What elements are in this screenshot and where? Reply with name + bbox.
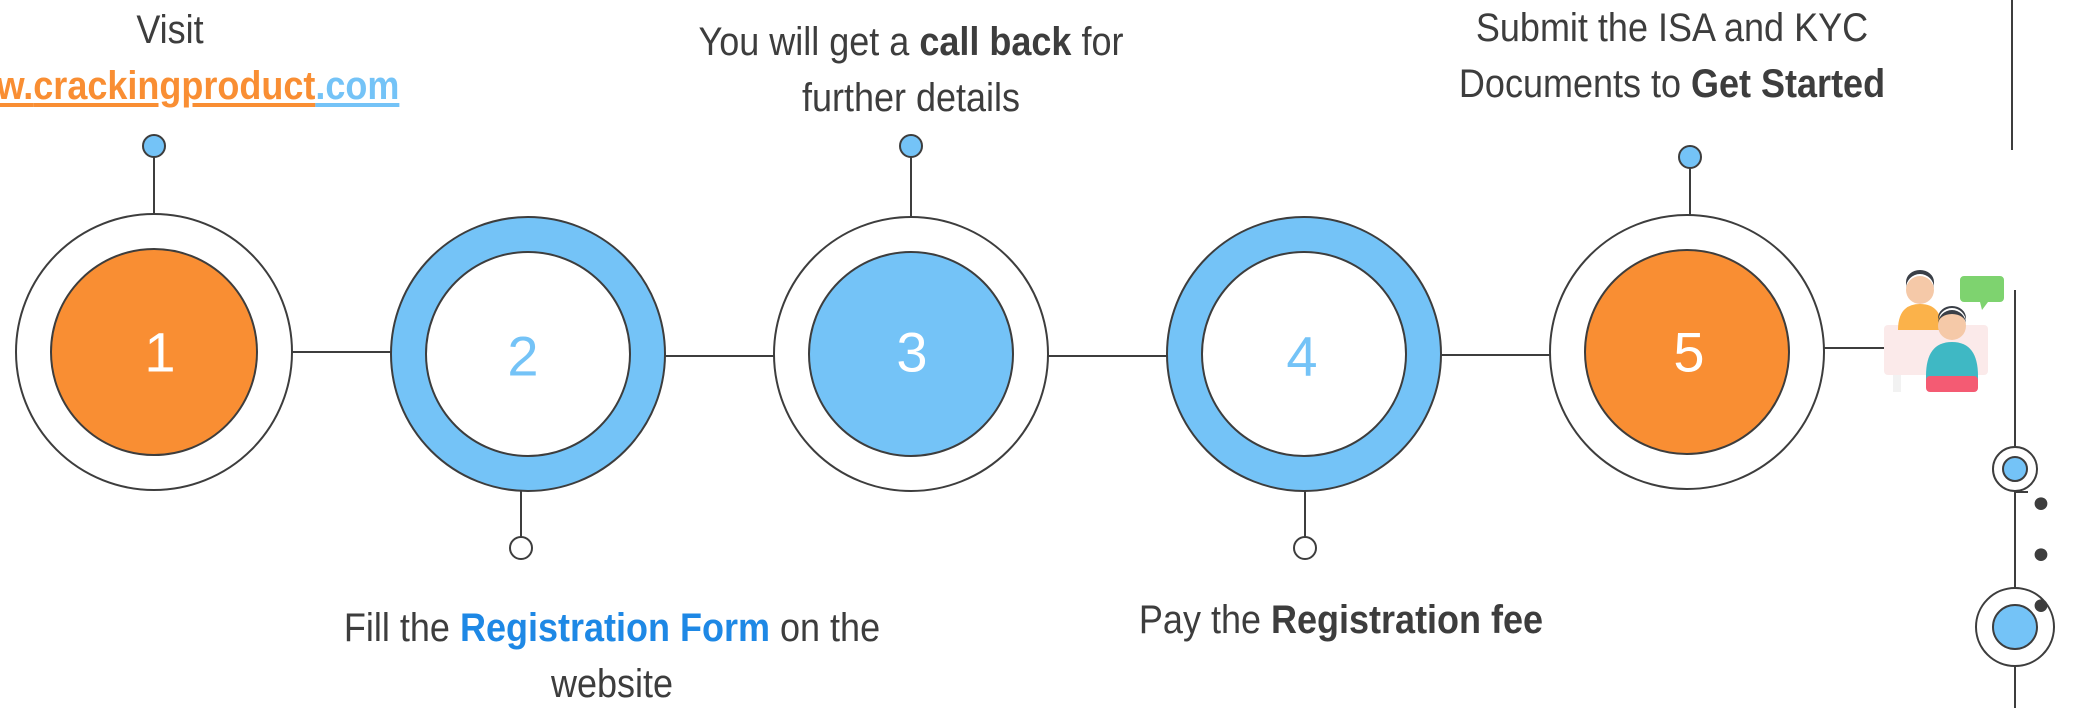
step-1-caption-link[interactable]: www.crackingproduct.com xyxy=(0,58,422,114)
step-3: 3 xyxy=(773,134,1049,492)
icon-chair xyxy=(1926,376,1978,392)
step-5-caption-line1: Submit the ISA and KYC xyxy=(1475,6,1869,50)
timeline-node-small-core xyxy=(2002,456,2028,482)
step-4-caption-line1: Pay the Registration fee xyxy=(1071,592,1611,648)
step-4-caption: Pay the Registration fee xyxy=(1071,592,1611,648)
step-5-number: 5 xyxy=(1673,321,1704,384)
step-1-caption: Visit www.crackingproduct.com xyxy=(0,2,422,114)
step-3-caption-strong: call back xyxy=(919,20,1072,64)
step-2: 2 xyxy=(390,216,666,560)
step-4-pin xyxy=(1293,536,1317,560)
step-1-link-suffix[interactable]: .com xyxy=(315,64,399,108)
icon-person-back-head xyxy=(1906,276,1934,304)
step-1-caption-line1: Visit xyxy=(136,8,204,52)
step-3-number: 3 xyxy=(896,321,927,384)
step-2-caption-strong: Registration Form xyxy=(459,606,770,650)
step-4-caption-pre: Pay the xyxy=(1138,598,1272,642)
icon-person-back-body xyxy=(1898,304,1942,330)
step-4-number: 4 xyxy=(1286,325,1317,388)
step-5-caption-strong: Get Started xyxy=(1691,62,1886,106)
more-indicator: • • • xyxy=(2028,480,2058,633)
step-3-pin xyxy=(899,134,923,158)
step-5: 5 xyxy=(1549,145,1825,490)
step-1-pin xyxy=(142,134,166,158)
step-2-caption-pre: Fill the xyxy=(343,606,460,650)
consultation-icon xyxy=(1884,270,2004,392)
step-5-caption-pre: Documents to xyxy=(1458,62,1692,106)
step-4-caption-strong: Registration fee xyxy=(1271,598,1544,642)
step-2-pin xyxy=(509,536,533,560)
step-5-caption: Submit the ISA and KYC Documents to Get … xyxy=(1402,0,1942,112)
step-4: 4 xyxy=(1166,216,1442,560)
step-1: 1 xyxy=(15,134,293,491)
step-3-caption-pre: You will get a xyxy=(698,20,920,64)
step-3-caption-line1: You will get a call back for xyxy=(641,14,1181,70)
step-3-caption: You will get a call back for further det… xyxy=(641,14,1181,126)
step-3-caption-line2: further details xyxy=(801,76,1021,120)
step-2-caption-line2: website xyxy=(550,662,674,706)
step-3-caption-post: for xyxy=(1071,20,1124,64)
step-1-number: 1 xyxy=(144,321,175,384)
step-2-caption-line1: Fill the Registration Form on the xyxy=(297,600,927,656)
step-5-pin xyxy=(1678,145,1702,169)
step-1-link-prefix[interactable]: www. xyxy=(0,64,33,108)
icon-chat-bubble xyxy=(1960,276,2004,310)
step-2-caption-post: on the xyxy=(769,606,881,650)
step-5-caption-line2: Documents to Get Started xyxy=(1402,56,1942,112)
step-1-link-main[interactable]: crackingproduct xyxy=(33,64,315,108)
step-2-caption: Fill the Registration Form on the websit… xyxy=(297,600,927,712)
step-2-number: 2 xyxy=(507,325,538,388)
